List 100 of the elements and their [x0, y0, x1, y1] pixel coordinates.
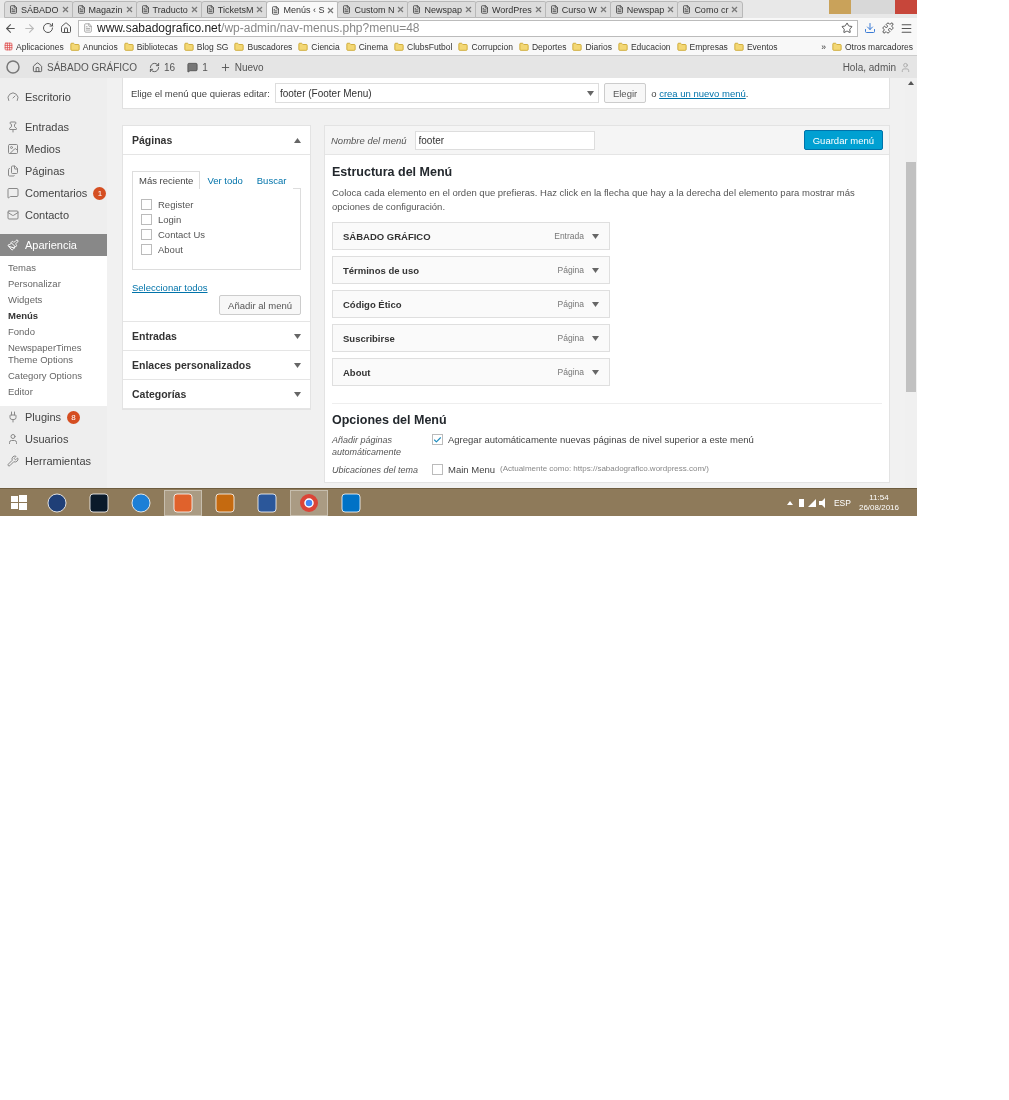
more-bookmarks-button[interactable]: » [821, 41, 826, 52]
site-link[interactable]: SÁBADO GRÁFICO [32, 61, 137, 73]
menu-item[interactable]: Términos de uso Página [332, 256, 610, 284]
account-link[interactable]: Hola, admin [842, 61, 911, 73]
new-link[interactable]: Nuevo [219, 61, 264, 73]
page-label: Contact Us [158, 229, 205, 240]
menu-item[interactable]: Código Ético Página [332, 290, 610, 318]
browser-tab[interactable]: Newspap [407, 1, 477, 18]
submenu-item[interactable]: Menús [0, 308, 107, 324]
section-heading: Opciones del Menú [332, 413, 448, 427]
sidebar-item[interactable]: Escritorio [0, 86, 107, 108]
sidebar-item[interactable]: Apariencia [0, 234, 107, 256]
checkbox[interactable] [141, 244, 152, 255]
menu-dropdown[interactable]: footer (Footer Menu) [274, 83, 599, 103]
bookmark-folder[interactable]: Empresas [676, 41, 728, 52]
sidebar-item[interactable]: Comentarios 1 [0, 182, 107, 204]
menu-item[interactable]: About Página [332, 358, 610, 386]
checkbox[interactable] [141, 229, 152, 240]
submenu-item[interactable]: Fondo [0, 324, 107, 340]
bookmark-folder[interactable]: Bibliotecas [123, 41, 178, 52]
folder-icon [298, 41, 309, 52]
menu-name-field[interactable]: footer [414, 130, 595, 150]
browser-tab[interactable]: Como cr [677, 1, 744, 18]
submenu-item[interactable]: Personalizar [0, 276, 107, 292]
bookmark-apps[interactable]: Aplicaciones [4, 41, 64, 52]
close-icon[interactable] [667, 6, 675, 13]
close-icon[interactable] [256, 6, 264, 13]
browser-tab[interactable]: Menús ‹ S [266, 1, 340, 18]
accordion-header[interactable]: Páginas [123, 126, 310, 155]
submenu-item[interactable]: Widgets [0, 292, 107, 308]
bookmark-folder[interactable]: Eventos [733, 41, 778, 52]
app-icon [173, 492, 193, 513]
back-icon[interactable] [4, 21, 17, 35]
folder-icon [183, 41, 194, 52]
accordion-header[interactable]: Categorías [123, 380, 310, 409]
bookmark-folder[interactable]: Cinema [345, 41, 388, 52]
close-icon[interactable] [599, 6, 607, 13]
comments-link[interactable]: 1 [187, 61, 208, 73]
browser-tab[interactable]: Custom N [337, 1, 410, 18]
home-icon[interactable] [60, 22, 72, 34]
bookmark-folder[interactable]: Deportes [518, 41, 567, 52]
star-icon[interactable] [841, 22, 853, 34]
logo-icon[interactable] [6, 60, 20, 74]
reload-icon[interactable] [42, 22, 54, 34]
checkbox[interactable] [432, 464, 443, 475]
browser-tab[interactable]: Newspap [609, 1, 680, 18]
download-icon[interactable] [864, 22, 876, 34]
accordion-header[interactable]: Entradas [123, 322, 310, 351]
close-icon[interactable] [61, 6, 69, 13]
bookmark-folder[interactable]: Corrupcion [458, 41, 513, 52]
bookmark-folder[interactable]: Buscadores [234, 41, 293, 52]
language-indicator[interactable]: ESP [833, 497, 851, 508]
close-icon[interactable] [534, 6, 542, 13]
bookmark-folder[interactable]: Diarios [572, 41, 612, 52]
close-icon[interactable] [397, 6, 405, 13]
sidebar-item[interactable]: Medios [0, 138, 107, 160]
close-icon[interactable] [190, 6, 198, 13]
select-all-link[interactable]: Seleccionar todos [132, 282, 301, 293]
create-menu-link[interactable]: crea un nuevo menú [659, 87, 746, 99]
menu-item[interactable]: Suscribirse Página [332, 324, 610, 352]
add-to-menu-button[interactable]: Añadir al menú [219, 295, 301, 315]
browser-tab[interactable]: Magazin [71, 1, 138, 18]
menu-icon[interactable] [900, 21, 913, 35]
browser-tab[interactable]: WordPres [474, 1, 547, 18]
browser-tab[interactable]: Traducto [135, 1, 203, 18]
close-icon[interactable] [327, 6, 335, 14]
sidebar-item[interactable]: Plugins 8 [0, 406, 107, 428]
address-field[interactable]: www.sabadografico.net/wp-admin/nav-menus.php?menu=48 [78, 19, 858, 37]
close-icon[interactable] [731, 6, 739, 13]
bookmark-folder[interactable]: Educacion [617, 41, 671, 52]
close-icon[interactable] [125, 6, 133, 13]
checkbox[interactable] [141, 214, 152, 225]
bookmark-folder[interactable]: Otros marcadores [831, 41, 913, 52]
bookmark-folder[interactable]: ClubsFutbol [394, 41, 453, 52]
choose-button[interactable]: Elegir [603, 83, 647, 103]
menu-item[interactable]: SÁBADO GRÁFICO Entrada [332, 222, 610, 250]
browser-tab[interactable]: SÁBADO [4, 1, 74, 18]
sidebar-item[interactable]: Herramientas [0, 450, 107, 472]
checkbox[interactable] [141, 199, 152, 210]
bookmark-folder[interactable]: Anuncios [69, 41, 118, 52]
sidebar-icon [7, 209, 19, 221]
bookmark-folder[interactable]: Blog SG [183, 41, 229, 52]
checkbox[interactable] [432, 434, 443, 445]
browser-tab[interactable]: Curso W [544, 1, 612, 18]
puzzle-icon[interactable] [882, 22, 894, 34]
accordion-header[interactable]: Enlaces personalizados [123, 351, 310, 380]
updates-link[interactable]: 16 [149, 61, 176, 73]
sidebar-item[interactable]: Entradas [0, 116, 107, 138]
bookmark-folder[interactable]: Ciencia [298, 41, 340, 52]
browser-tab[interactable]: TicketsM [200, 1, 269, 18]
submenu-item[interactable]: Category Options [0, 368, 107, 384]
submenu-item[interactable]: Editor [0, 384, 107, 400]
sidebar-item[interactable]: Contacto [0, 204, 107, 226]
panel-tab[interactable]: Más reciente [132, 171, 201, 189]
forward-icon[interactable] [23, 21, 36, 35]
submenu-item[interactable]: Temas [0, 260, 107, 276]
submenu-item[interactable]: NewspaperTimes Theme Options [0, 340, 107, 368]
sidebar-item[interactable]: Usuarios [0, 428, 107, 450]
close-icon[interactable] [464, 6, 472, 13]
sidebar-item[interactable]: Páginas [0, 160, 107, 182]
